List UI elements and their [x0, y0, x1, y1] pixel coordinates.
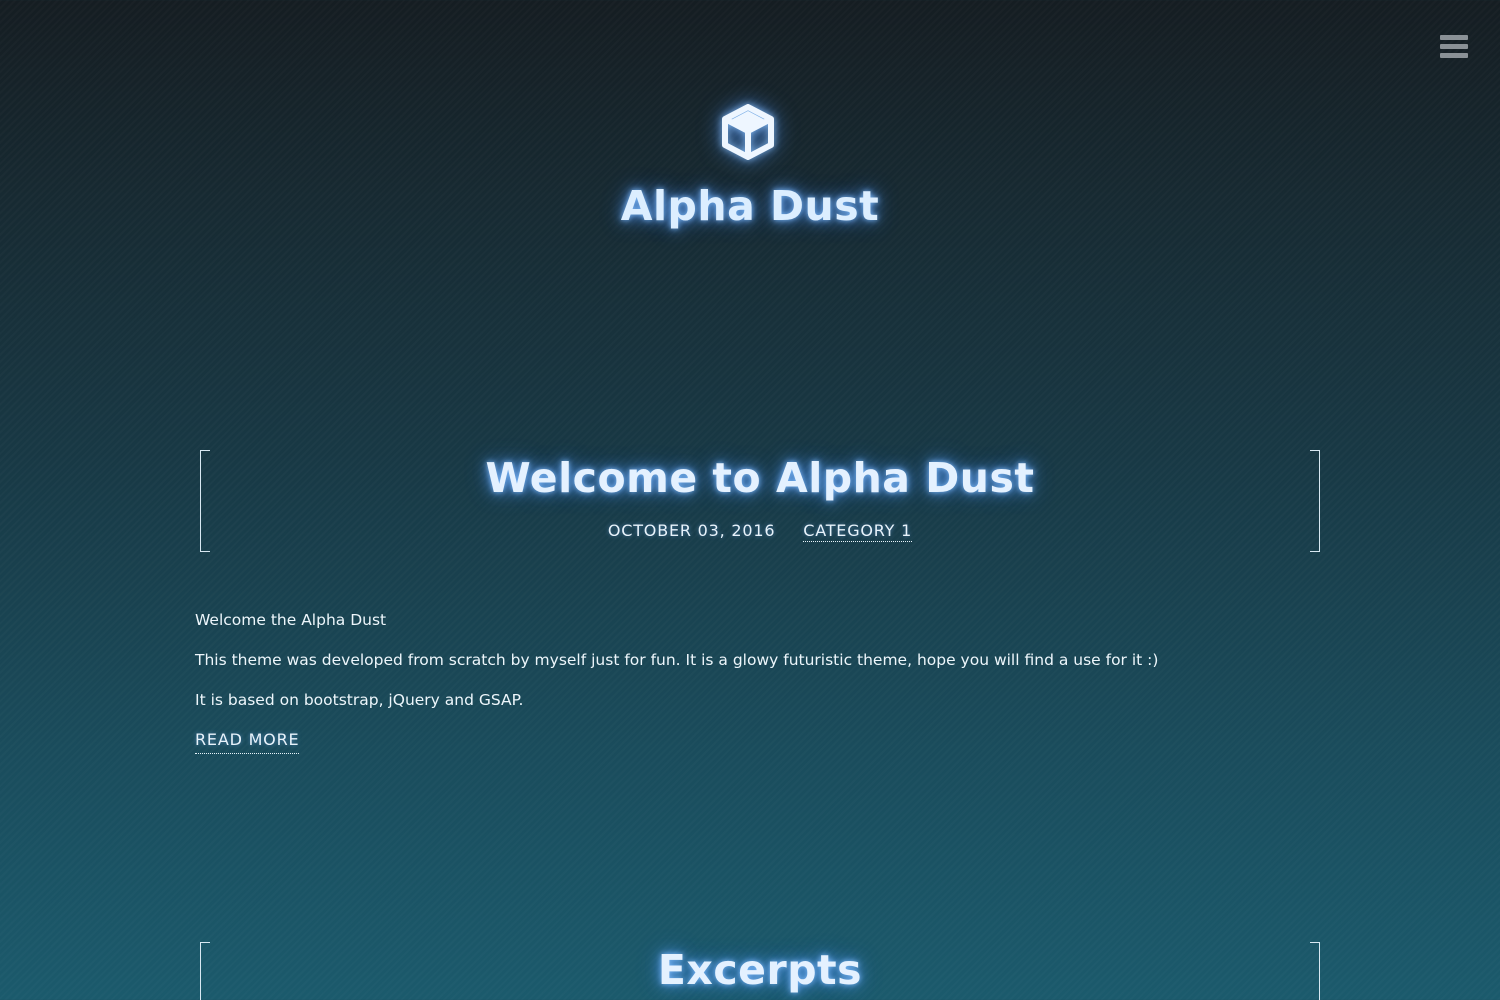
- post-title[interactable]: Welcome to Alpha Dust: [200, 454, 1320, 502]
- post-title[interactable]: Excerpts: [200, 946, 1320, 994]
- post-header: Excerpts: [200, 942, 1320, 1000]
- post-header: Welcome to Alpha Dust OCTOBER 03, 2016 C…: [200, 450, 1320, 552]
- read-more-link[interactable]: READ MORE: [195, 728, 300, 754]
- menu-bar-middle: [1440, 44, 1468, 49]
- hamburger-menu-icon[interactable]: [1438, 32, 1470, 62]
- menu-bar-bottom: [1440, 53, 1468, 58]
- site-title[interactable]: Alpha Dust: [0, 182, 1500, 230]
- post-meta: OCTOBER 03, 2016 CATEGORY 1: [200, 521, 1320, 542]
- post-paragraph: This theme was developed from scratch by…: [195, 651, 1159, 669]
- post-category-link[interactable]: CATEGORY 1: [803, 521, 913, 542]
- post-date: OCTOBER 03, 2016: [607, 521, 776, 540]
- cube-icon[interactable]: [715, 100, 781, 166]
- post-excerpt: Welcome the Alpha Dust This theme was de…: [195, 608, 1305, 754]
- post-paragraph: It is based on bootstrap, jQuery and GSA…: [195, 691, 524, 709]
- post-paragraph: Welcome the Alpha Dust: [195, 611, 387, 629]
- menu-bar-top: [1440, 35, 1468, 40]
